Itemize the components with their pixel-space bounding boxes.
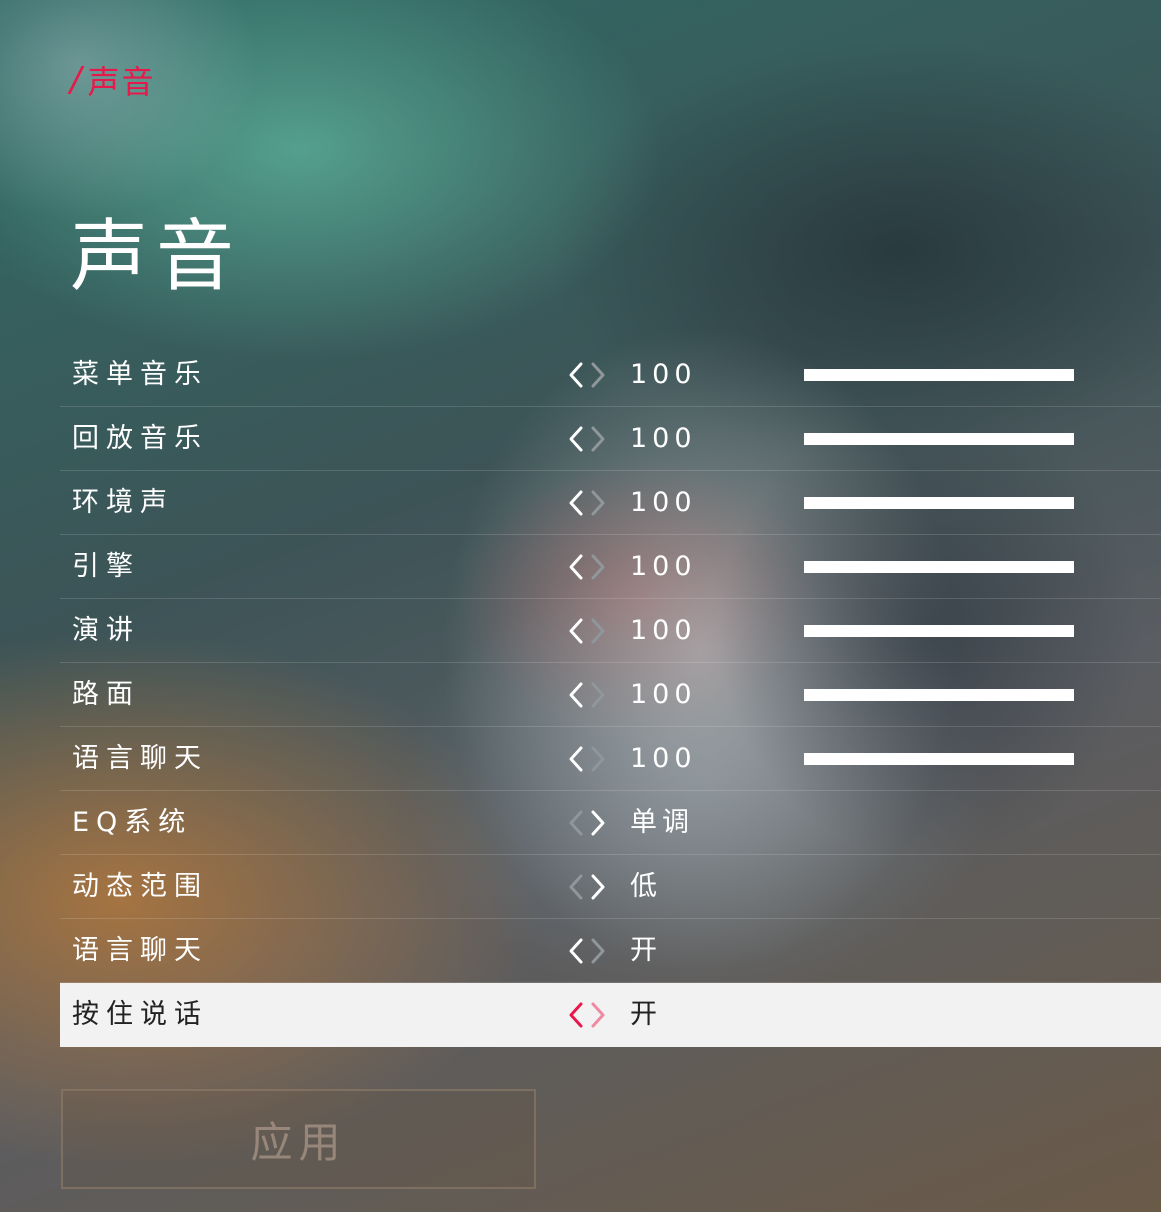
setting-value: 100 xyxy=(630,743,697,774)
setting-value: 100 xyxy=(630,359,697,390)
volume-slider-fill xyxy=(804,561,1074,573)
chevron-left-icon[interactable] xyxy=(566,937,586,965)
volume-slider-fill xyxy=(804,689,1074,701)
setting-value: 100 xyxy=(630,679,697,710)
setting-value: 100 xyxy=(630,551,697,582)
volume-slider[interactable] xyxy=(804,689,1074,701)
chevron-right-icon[interactable] xyxy=(588,873,608,901)
settings-list: 菜单音乐 100 回放音乐 100 环境声 100 引擎 100 演讲 100 路面 100… xyxy=(60,343,1161,1047)
breadcrumb-current: 声音 xyxy=(87,63,156,101)
setting-label: 语言聊天 xyxy=(72,743,208,774)
chevron-left-icon[interactable] xyxy=(566,681,586,709)
apply-button[interactable]: 应用 xyxy=(61,1089,536,1189)
setting-value: 单调 xyxy=(630,807,694,838)
setting-value: 100 xyxy=(630,615,697,646)
volume-slider-fill xyxy=(804,753,1074,765)
value-stepper xyxy=(566,745,610,773)
page-title: 声音 xyxy=(70,212,243,302)
setting-row-voice-chat-volume[interactable]: 语言聊天 100 xyxy=(60,727,1161,791)
value-stepper xyxy=(566,553,610,581)
apply-button-label: 应用 xyxy=(250,1117,347,1167)
setting-value: 开 xyxy=(630,935,662,966)
value-stepper xyxy=(566,361,610,389)
setting-row-voice-chat[interactable]: 语言聊天 开 xyxy=(60,919,1161,983)
chevron-right-icon[interactable] xyxy=(588,937,608,965)
volume-slider[interactable] xyxy=(804,369,1074,381)
volume-slider[interactable] xyxy=(804,497,1074,509)
value-stepper xyxy=(566,809,610,837)
chevron-right-icon[interactable] xyxy=(588,617,608,645)
volume-slider-fill xyxy=(804,433,1074,445)
value-stepper xyxy=(566,681,610,709)
volume-slider[interactable] xyxy=(804,433,1074,445)
value-stepper xyxy=(566,425,610,453)
chevron-left-icon[interactable] xyxy=(566,809,586,837)
breadcrumb-separator: / xyxy=(70,60,84,100)
setting-row-ambient[interactable]: 环境声 100 xyxy=(60,471,1161,535)
setting-row-engine[interactable]: 引擎 100 xyxy=(60,535,1161,599)
setting-row-eq-system[interactable]: EQ系统 单调 xyxy=(60,791,1161,855)
setting-row-dynamic-range[interactable]: 动态范围 低 xyxy=(60,855,1161,919)
setting-row-road[interactable]: 路面 100 xyxy=(60,663,1161,727)
setting-label: 演讲 xyxy=(72,615,140,646)
chevron-right-icon[interactable] xyxy=(588,489,608,517)
chevron-left-icon[interactable] xyxy=(566,425,586,453)
volume-slider-fill xyxy=(804,369,1074,381)
chevron-right-icon[interactable] xyxy=(588,681,608,709)
chevron-left-icon[interactable] xyxy=(566,361,586,389)
chevron-right-icon[interactable] xyxy=(588,361,608,389)
setting-value: 100 xyxy=(630,423,697,454)
volume-slider[interactable] xyxy=(804,561,1074,573)
chevron-left-icon[interactable] xyxy=(566,1001,586,1029)
setting-label: 环境声 xyxy=(72,487,174,518)
chevron-left-icon[interactable] xyxy=(566,617,586,645)
setting-label: 语言聊天 xyxy=(72,935,208,966)
setting-row-menu-music[interactable]: 菜单音乐 100 xyxy=(60,343,1161,407)
setting-label: 菜单音乐 xyxy=(72,359,208,390)
chevron-right-icon[interactable] xyxy=(588,809,608,837)
setting-label: EQ系统 xyxy=(72,807,193,838)
chevron-right-icon[interactable] xyxy=(588,1001,608,1029)
value-stepper xyxy=(566,1001,610,1029)
chevron-left-icon[interactable] xyxy=(566,489,586,517)
chevron-right-icon[interactable] xyxy=(588,553,608,581)
chevron-right-icon[interactable] xyxy=(588,425,608,453)
chevron-left-icon[interactable] xyxy=(566,873,586,901)
value-stepper xyxy=(566,489,610,517)
breadcrumb: / 声音 xyxy=(70,60,156,101)
setting-row-replay-music[interactable]: 回放音乐 100 xyxy=(60,407,1161,471)
chevron-left-icon[interactable] xyxy=(566,745,586,773)
volume-slider[interactable] xyxy=(804,753,1074,765)
value-stepper xyxy=(566,873,610,901)
setting-label: 路面 xyxy=(72,679,140,710)
setting-row-speech[interactable]: 演讲 100 xyxy=(60,599,1161,663)
setting-label: 引擎 xyxy=(72,551,140,582)
value-stepper xyxy=(566,617,610,645)
setting-value: 低 xyxy=(630,871,662,902)
setting-value: 100 xyxy=(630,487,697,518)
volume-slider[interactable] xyxy=(804,625,1074,637)
chevron-left-icon[interactable] xyxy=(566,553,586,581)
setting-label: 按住说话 xyxy=(72,999,208,1030)
setting-label: 回放音乐 xyxy=(72,423,208,454)
setting-value: 开 xyxy=(630,999,662,1030)
setting-row-push-to-talk[interactable]: 按住说话 开 xyxy=(60,983,1161,1047)
setting-label: 动态范围 xyxy=(72,871,208,902)
value-stepper xyxy=(566,937,610,965)
volume-slider-fill xyxy=(804,497,1074,509)
volume-slider-fill xyxy=(804,625,1074,637)
chevron-right-icon[interactable] xyxy=(588,745,608,773)
